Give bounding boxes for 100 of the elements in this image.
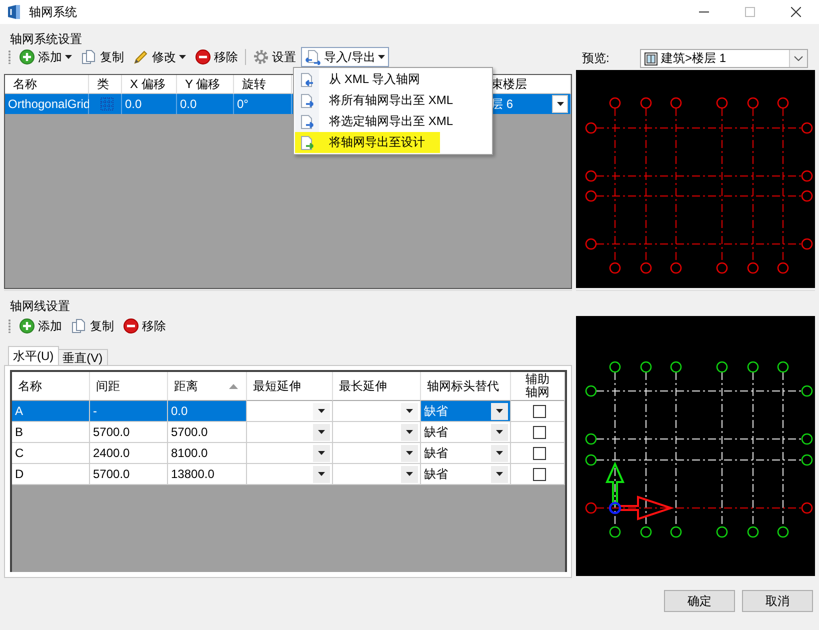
caret-icon [496,430,503,434]
dropdown-button[interactable] [491,466,508,482]
add-icon [19,318,35,334]
caret-icon [406,430,413,434]
sort-arrow-icon [229,384,238,388]
table-cell: 缺省 [424,444,448,462]
caret-icon [406,451,413,455]
column-header[interactable]: 名称 [5,75,89,94]
column-header[interactable]: 名称 [12,372,90,401]
column-header[interactable]: Y 偏移 [177,75,234,94]
caret-icon [406,409,413,413]
table-cell: 5700.0 [168,422,247,443]
caret-icon [318,472,325,476]
table-cell: 0.0 [122,94,177,114]
dropdown-button[interactable] [401,402,418,420]
caret-icon [318,430,325,434]
dropdown-button[interactable] [313,424,330,440]
caret-icon [556,102,564,106]
table-row[interactable]: A - 0.0 缺省 [12,401,565,422]
add-button[interactable]: 添加 [15,316,66,336]
table-cell: 0° [234,94,292,114]
floor-plan-icon [644,52,658,66]
dropdown-button[interactable] [401,466,418,482]
toolbar-grip[interactable] [8,319,11,333]
table-row[interactable]: D 5700.0 13800.0 缺省 [12,464,565,485]
window-title: 轴网系统 [29,4,77,20]
column-header[interactable]: 间距 [90,372,168,401]
table-row[interactable]: B 5700.0 5700.0 缺省 [12,422,565,443]
chevron-icon [794,56,803,61]
remove-button[interactable]: 移除 [119,316,170,336]
dropdown-button[interactable] [491,402,508,420]
table-cell: D [12,464,90,485]
checkbox[interactable] [532,404,546,418]
table-cell: 13800.0 [168,464,247,485]
caret-icon [318,451,325,455]
dropdown-button[interactable] [401,424,418,440]
table-cell: 0.0 [168,401,247,422]
settings-icon [253,49,269,65]
floor-dropdown[interactable]: 建筑>楼层 1 [640,49,808,68]
table-cell: 缺省 [424,402,448,420]
dropdown-button[interactable] [313,466,330,482]
tab[interactable]: 水平(U) [8,346,59,365]
checkbox[interactable] [532,468,546,480]
add-icon [19,49,35,65]
add-button[interactable]: 添加 [15,47,76,67]
caret-icon [496,451,503,455]
group-title: 轴网系统设置 [10,32,82,46]
table-cell: 5700.0 [90,464,168,485]
table-cell: - [90,401,168,422]
table-cell: B [12,422,90,443]
table-cell: 2400.0 [90,443,168,464]
column-header[interactable]: X 偏移 [122,75,177,94]
caret-icon [406,472,413,476]
table-cell: 缺省 [424,424,448,440]
close-icon [791,7,801,17]
checkbox[interactable] [532,446,546,460]
checkbox[interactable] [532,426,546,438]
table-cell-text: 层 6 [491,96,514,113]
column-header[interactable]: 类 [89,75,122,94]
column-header[interactable]: 轴网标头替代 [421,372,511,401]
dropdown-button[interactable] [313,444,330,462]
preview-label: 预览: [581,50,610,67]
import-export-icon [305,49,321,65]
copy-icon [81,49,97,65]
column-header[interactable]: 旋转 [234,75,292,94]
menu-item[interactable]: 将选定轴网导出至 XML [295,111,491,132]
tab[interactable]: 垂直(V) [58,349,108,365]
column-header[interactable]: 最长延伸 [333,372,421,401]
toolbar-grip[interactable] [8,50,11,64]
table-cell: 0.0 [177,94,234,114]
caret-icon [496,409,503,413]
dropdown-button[interactable] [491,424,508,440]
import-export-button[interactable]: 导入/导出 [301,47,390,67]
column-header[interactable]: 距离 [168,372,247,401]
copy-button[interactable]: 复制 [67,316,118,336]
edit-button[interactable]: 修改 [129,47,190,67]
table-row[interactable]: C 2400.0 8100.0 缺省 [12,443,565,464]
dropdown-button[interactable] [313,402,330,420]
table-cell: C [12,443,90,464]
group-title: 轴网线设置 [10,299,70,313]
caret-icon [179,55,186,59]
dropdown-button[interactable] [401,444,418,462]
app-icon [7,4,21,20]
copy-button[interactable]: 复制 [77,47,128,67]
cancel-button[interactable]: 取消 [742,590,813,612]
dropdown-button[interactable] [491,444,508,462]
caret-icon [65,55,72,59]
remove-button[interactable]: 移除 [191,47,242,67]
dropdown-button[interactable] [552,95,568,113]
column-header[interactable]: 最短延伸 [247,372,333,401]
table-cell: 5700.0 [90,422,168,443]
table-cell: 缺省 [424,466,448,482]
column-header[interactable]: 辅助轴网 [511,372,565,401]
table-cell: A [12,401,90,422]
caret-icon [496,472,503,476]
caret-icon [318,409,325,413]
caret-icon [378,55,386,59]
remove-icon [123,318,139,334]
ok-button[interactable]: 确定 [664,590,735,612]
settings-button[interactable]: 设置 [249,47,300,67]
